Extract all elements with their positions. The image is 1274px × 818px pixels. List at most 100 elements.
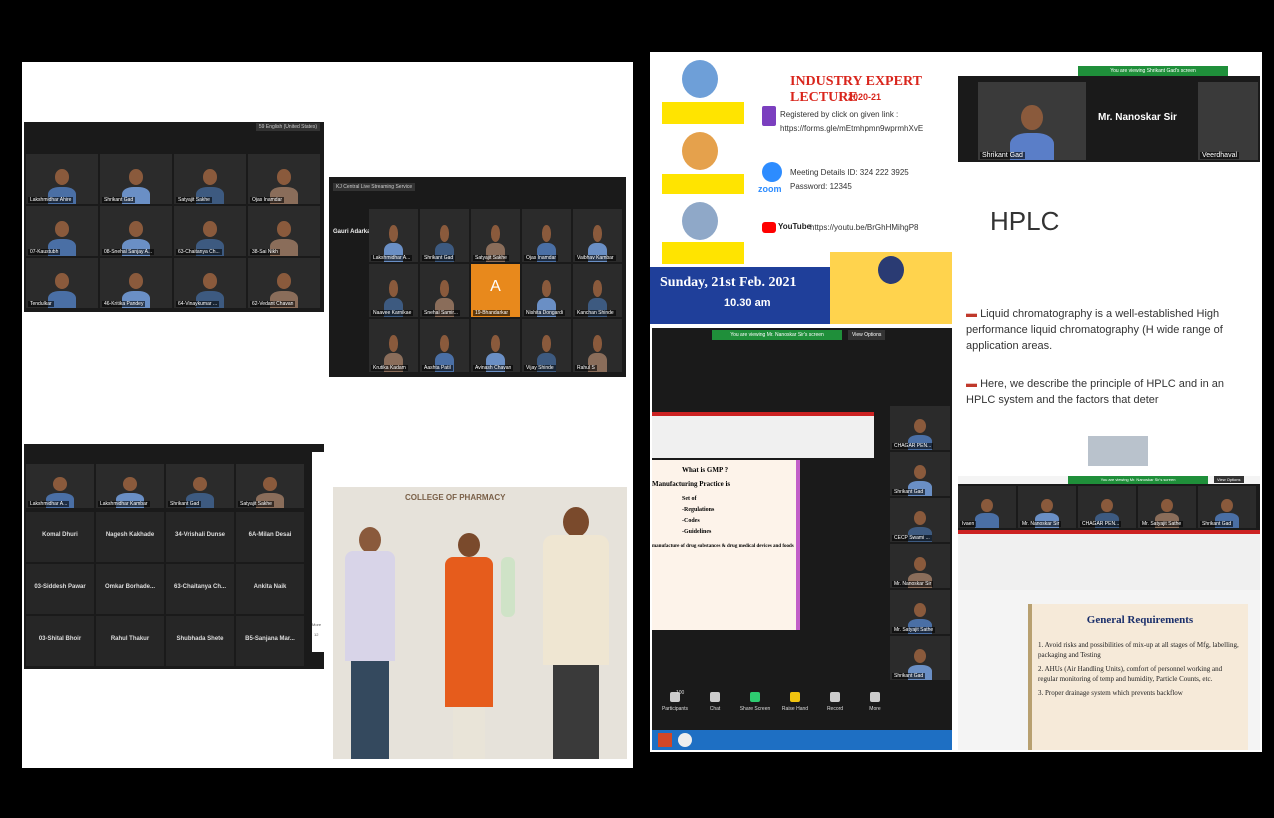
video-tile[interactable]: 63-Chaitanya Ch... bbox=[166, 564, 234, 614]
toolbar-label: Chat bbox=[709, 706, 721, 712]
slide-item: -Regulations bbox=[682, 507, 715, 513]
participant-sidebar: CHAGAR PEN... Shrikant Gad CECP Swami ... M… bbox=[890, 406, 950, 686]
group-photo: COLLEGE OF PHARMACY bbox=[333, 487, 627, 759]
meeting-toolbar: Participants Chat Share Screen Raise Hand Re… bbox=[652, 688, 952, 728]
video-tile[interactable]: Shrikant Gad bbox=[420, 209, 469, 262]
video-tile[interactable]: Shubhada Shete bbox=[166, 616, 234, 666]
participant-name: Shrikant Gad bbox=[892, 673, 926, 679]
video-tile[interactable]: 62-Vedant Chavan bbox=[248, 258, 320, 308]
browser-icon[interactable] bbox=[678, 733, 692, 747]
form-link[interactable]: https://forms.gle/mEtmhpmn9wprmhXvE bbox=[780, 124, 923, 133]
video-tile[interactable]: Ankita Naik bbox=[236, 564, 304, 614]
participant-name: Komal Dhuri bbox=[42, 532, 78, 538]
powerpoint-icon[interactable] bbox=[658, 733, 672, 747]
video-tile[interactable]: 6A-Milan Desai bbox=[236, 512, 304, 562]
video-tile[interactable]: CECP Swami ... bbox=[890, 498, 950, 542]
count-label: 12 bbox=[314, 632, 319, 637]
video-tile[interactable]: 64-Vinaykumar ... bbox=[174, 258, 246, 308]
video-tile[interactable]: Mr. Satyajit Sathe bbox=[890, 590, 950, 634]
collage-left: 59 English (United States) Lakshmidhar A… bbox=[22, 62, 633, 768]
participant-name: Aashta Patil bbox=[422, 365, 453, 371]
video-tile[interactable]: Mr. Nanoskar Sir bbox=[1018, 486, 1076, 528]
video-tile[interactable]: Snehal Samir... bbox=[420, 264, 469, 317]
video-tile[interactable]: Ojas Inamdar bbox=[522, 209, 571, 262]
more-label[interactable]: More bbox=[312, 622, 321, 627]
video-tile[interactable]: Naavee Karnikae bbox=[369, 264, 418, 317]
bullet-icon: ▬ bbox=[966, 308, 977, 320]
toolbar-button[interactable]: Record bbox=[816, 692, 854, 722]
gmp-zoom-screen: You are viewing Mr. Nanoskar Sir's scree… bbox=[652, 328, 952, 750]
participant-name: 63-Chaitanya Ch... bbox=[173, 584, 226, 590]
video-tile[interactable]: B5-Sanjana Mar... bbox=[236, 616, 304, 666]
video-tile[interactable]: Shrikant Gad bbox=[890, 636, 950, 680]
speaker-name: Mr. Nanoskar Sir bbox=[1098, 112, 1177, 123]
video-tile[interactable]: Komal Dhuri bbox=[26, 512, 94, 562]
video-strip: Ivaen Mr. Nanoskar Sir CHAGAR PEN... Mr. Sa… bbox=[958, 484, 1260, 530]
event-poster: INDUSTRY EXPERT LECTURE 2020-21 Register… bbox=[650, 52, 952, 324]
toolbar-button[interactable]: More bbox=[856, 692, 894, 722]
participant-name: Avinash Chavan bbox=[473, 365, 514, 371]
video-tile[interactable]: Shrikant Gad bbox=[100, 154, 172, 204]
video-tile[interactable]: Ivaen bbox=[958, 486, 1016, 528]
video-tile[interactable]: 63-Chaitanya Ch... bbox=[174, 206, 246, 256]
video-tile[interactable]: Tendulkar bbox=[26, 258, 98, 308]
video-grid: Lakshmidhar A... Shrikant Gad Satyajit Sak… bbox=[369, 209, 624, 375]
video-tile[interactable]: Nagesh Kakhade bbox=[96, 512, 164, 562]
participant-name: CHAGAR PEN... bbox=[892, 443, 934, 449]
video-tile[interactable]: Vijay Shinde bbox=[522, 319, 571, 372]
video-tile[interactable]: Shrikant Gad bbox=[1198, 486, 1256, 528]
video-tile[interactable]: CHAGAR PEN... bbox=[890, 406, 950, 450]
video-tile[interactable]: CHAGAR PEN... bbox=[1078, 486, 1136, 528]
participant-name: Lakshmidhar A... bbox=[371, 255, 413, 261]
video-tile[interactable]: 34-Vrishali Dunse bbox=[166, 512, 234, 562]
view-options-button[interactable]: View Options bbox=[1214, 476, 1244, 483]
video-tile[interactable]: 03-Siddesh Pawar bbox=[26, 564, 94, 614]
video-tile[interactable]: Satyajit Sakhe bbox=[236, 464, 304, 508]
toolbar-button[interactable]: Share Screen bbox=[736, 692, 774, 722]
video-tile[interactable]: Rahul Thakur bbox=[96, 616, 164, 666]
view-options-button[interactable]: View Options bbox=[848, 330, 886, 340]
video-tile[interactable]: Ojas Inamdar bbox=[248, 154, 320, 204]
video-tile[interactable]: Kanchan Shinde bbox=[573, 264, 622, 317]
video-tile[interactable]: Lakshmidhar A... bbox=[369, 209, 418, 262]
gen-req-slide: General Requirements 1. Avoid risks and … bbox=[1028, 604, 1248, 750]
video-tile[interactable]: Lakshmidhar A... bbox=[26, 464, 94, 508]
video-tile[interactable]: Rahul S bbox=[573, 319, 622, 372]
video-tile[interactable]: 46-Kritika Pandey bbox=[100, 258, 172, 308]
toolbar-button[interactable]: Chat bbox=[696, 692, 734, 722]
toolbar-button[interactable]: Raise Hand bbox=[776, 692, 814, 722]
screen-banner: You are viewing Mr. Nanoskar Sir's scree… bbox=[1068, 476, 1208, 484]
video-tile[interactable]: 07-Kaustubh bbox=[26, 206, 98, 256]
participant-count: 100 bbox=[676, 690, 685, 696]
side-toolbar: More 12 bbox=[312, 452, 324, 652]
video-tile[interactable]: 03-Shital Bhoir bbox=[26, 616, 94, 666]
youtube-label: YouTube bbox=[778, 222, 812, 231]
participant-name: Naavee Karnikae bbox=[371, 310, 414, 316]
video-tile[interactable]: Nishita Dongardi bbox=[522, 264, 571, 317]
youtube-link[interactable]: https://youtu.be/BrGhHMihgP8 bbox=[810, 223, 919, 232]
participant-name: Shrikant Gad bbox=[102, 197, 136, 203]
video-tile[interactable]: Shrikant Gad bbox=[166, 464, 234, 508]
video-tile[interactable]: Vaibhav Kambar bbox=[573, 209, 622, 262]
participant-name: Vijay Shinde bbox=[524, 365, 556, 371]
participant-name: 08-Snehal Sanjay A... bbox=[102, 249, 155, 255]
video-tile[interactable]: Satyajit Sakhe bbox=[471, 209, 520, 262]
video-tile[interactable]: Shrikant Gad bbox=[890, 452, 950, 496]
video-tile[interactable]: Mr. Satyajit Sathe bbox=[1138, 486, 1196, 528]
requirement-point: 2. AHUs (Air Handling Units), comfort of… bbox=[1038, 665, 1223, 683]
video-tile[interactable]: Satyajit Sakhe bbox=[174, 154, 246, 204]
screen-banner: You are viewing Shrikant Gad's screen bbox=[1078, 66, 1228, 76]
video-tile[interactable]: A 19-Bhandarkar bbox=[471, 264, 520, 317]
toolbar-button[interactable]: Participants bbox=[656, 692, 694, 722]
participant-name: Shrikant Gad bbox=[892, 489, 926, 495]
video-tile[interactable]: Lakshmidhar Kambar bbox=[96, 464, 164, 508]
video-tile[interactable]: Mr. Nanoskar Sir bbox=[890, 544, 950, 588]
video-tile[interactable]: Krutika Kadam bbox=[369, 319, 418, 372]
video-tile[interactable]: 08-Snehal Sanjay A... bbox=[100, 206, 172, 256]
video-tile[interactable]: Lakshmidhar Ahire bbox=[26, 154, 98, 204]
video-tile[interactable]: Aashta Patil bbox=[420, 319, 469, 372]
video-tile[interactable]: Omkar Borhade... bbox=[96, 564, 164, 614]
video-tile[interactable]: 38-Sai Nikh bbox=[248, 206, 320, 256]
participant-name: 6A-Milan Desai bbox=[248, 532, 292, 538]
video-tile[interactable]: Avinash Chavan bbox=[471, 319, 520, 372]
